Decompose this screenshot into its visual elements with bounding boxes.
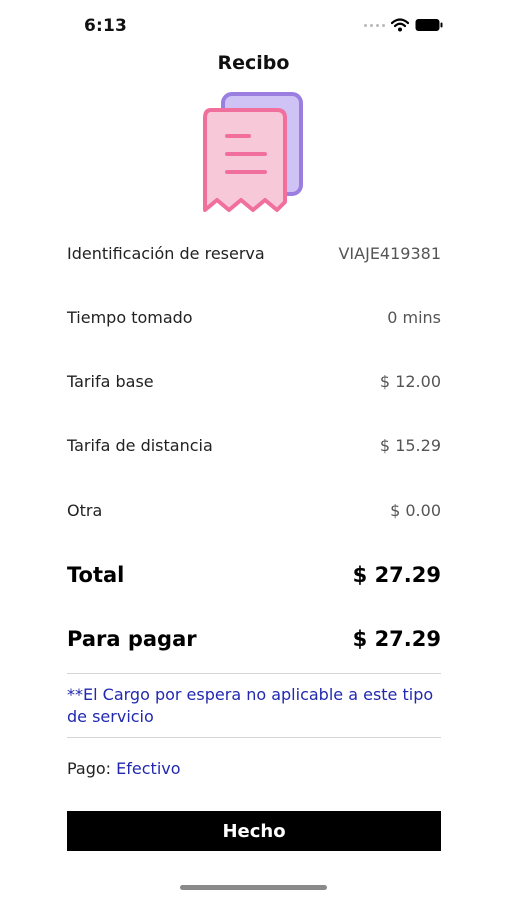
to-pay-value: $ 27.29	[352, 627, 441, 651]
battery-icon	[415, 19, 443, 31]
time-taken-label: Tiempo tomado	[67, 308, 193, 327]
distance-fare-row: Tarifa de distancia $ 15.29	[67, 436, 441, 455]
base-fare-value: $ 12.00	[379, 372, 441, 391]
divider	[67, 737, 441, 738]
status-icons	[364, 18, 443, 32]
divider	[67, 673, 441, 674]
other-fare-row: Otra $ 0.00	[67, 501, 441, 520]
distance-fare-label: Tarifa de distancia	[67, 436, 213, 455]
base-fare-label: Tarifa base	[67, 372, 154, 391]
booking-id-row: Identificación de reserva VIAJE419381	[67, 244, 441, 263]
payment-method: Efectivo	[116, 759, 181, 778]
wifi-icon	[391, 18, 409, 32]
payment-label: Pago:	[67, 759, 112, 778]
total-label: Total	[67, 563, 125, 587]
status-time: 6:13	[84, 16, 128, 36]
base-fare-row: Tarifa base $ 12.00	[67, 372, 441, 391]
receipt-icon	[203, 92, 303, 212]
time-taken-row: Tiempo tomado 0 mins	[67, 308, 441, 327]
booking-id-label: Identificación de reserva	[67, 244, 265, 263]
page-title: Recibo	[217, 52, 290, 74]
payment-line: Pago: Efectivo	[67, 759, 181, 778]
booking-id-value: VIAJE419381	[338, 244, 441, 263]
total-value: $ 27.29	[352, 563, 441, 587]
cellular-signal-icon	[364, 23, 385, 27]
home-indicator[interactable]	[180, 885, 327, 890]
time-taken-value: 0 mins	[387, 308, 441, 327]
waiting-charge-note: **El Cargo por espera no aplicable a est…	[67, 685, 434, 726]
other-fare-label: Otra	[67, 501, 103, 520]
done-button[interactable]: Hecho	[67, 811, 441, 851]
other-fare-value: $ 0.00	[390, 501, 441, 520]
status-bar: 6:13	[0, 0, 507, 54]
to-pay-label: Para pagar	[67, 627, 197, 651]
total-row: Total $ 27.29	[67, 563, 441, 587]
to-pay-row: Para pagar $ 27.29	[67, 627, 441, 651]
distance-fare-value: $ 15.29	[379, 436, 441, 455]
